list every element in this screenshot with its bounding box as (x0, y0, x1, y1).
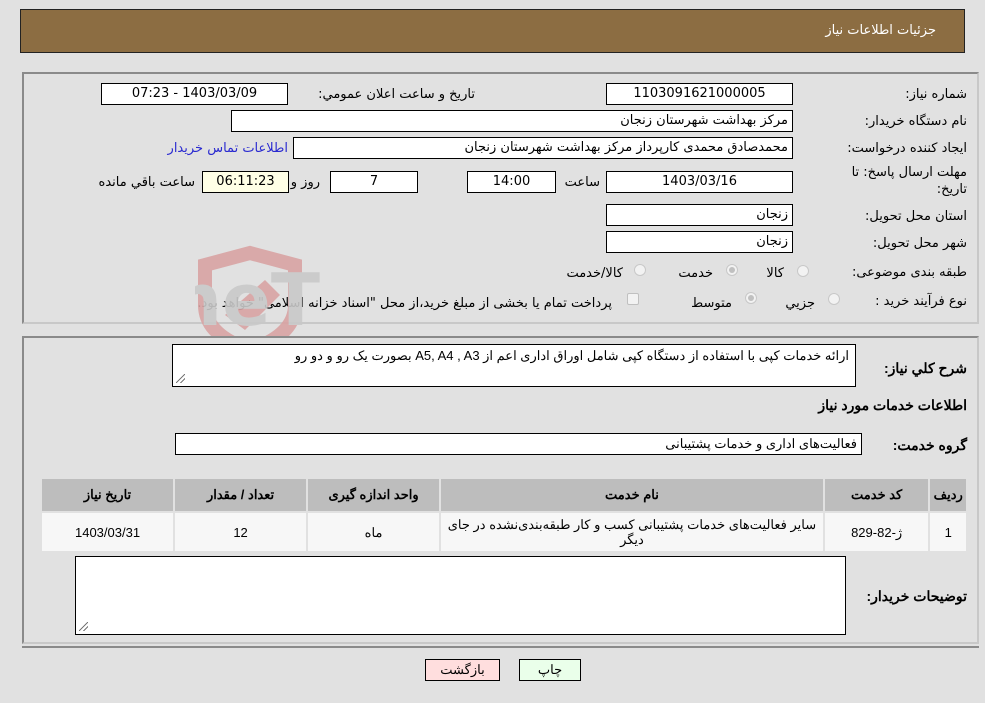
cell-need-date: 1403/03/31 (39, 511, 176, 553)
need-number-field[interactable]: 1103091621000005 (606, 83, 793, 105)
buyer-contact-link[interactable]: اطلاعات تماس خریدار (168, 141, 288, 156)
col-quantity: تعداد / مقدار (173, 477, 309, 513)
province-field[interactable]: زنجان (606, 204, 793, 226)
process-option-minor: جزيي (785, 296, 815, 311)
process-option-medium: متوسط (691, 296, 732, 311)
buyer-org-label: نام دستگاه خریدار: (864, 114, 967, 129)
treasury-checkbox[interactable] (627, 293, 639, 305)
page-header: جزئیات اطلاعات نیاز (20, 9, 965, 53)
deadline-date-field[interactable]: 1403/03/16 (606, 171, 793, 193)
buyer-notes-textarea[interactable] (75, 556, 846, 635)
print-button[interactable]: چاپ (519, 659, 581, 681)
announce-label: تاریخ و ساعت اعلان عمومي: (318, 87, 475, 102)
buyer-notes-label: توضیحات خریدار: (866, 588, 967, 604)
cell-unit: ماه (306, 511, 442, 553)
cell-service-code: ژ-82-829 (822, 511, 931, 553)
category-option-goods: کالا (766, 266, 784, 281)
col-row-number: ردیف (928, 477, 968, 513)
city-label: شهر محل تحویل: (872, 236, 967, 251)
category-radio-goods[interactable] (797, 265, 809, 277)
col-service-name: نام خدمت (439, 477, 825, 513)
resize-grip-icon[interactable] (79, 622, 88, 631)
footer-divider (22, 646, 979, 648)
province-label: استان محل تحویل: (865, 209, 967, 224)
back-button[interactable]: بازگشت (425, 659, 500, 681)
city-field[interactable]: زنجان (606, 231, 793, 253)
category-label: طبقه بندی موضوعی: (851, 265, 967, 280)
category-option-service: خدمت (678, 266, 713, 281)
deadline-time-field[interactable]: 14:00 (467, 171, 556, 193)
services-table: ردیف کد خدمت نام خدمت واحد اندازه گیری ت… (39, 477, 968, 553)
col-unit: واحد اندازه گیری (306, 477, 442, 513)
table-row: 1 ژ-82-829 سایر فعالیت‌های خدمات پشتیبان… (39, 511, 968, 553)
process-radio-minor[interactable] (828, 293, 840, 305)
buyer-org-field[interactable]: مرکز بهداشت شهرستان زنجان (231, 110, 793, 132)
col-service-code: کد خدمت (822, 477, 931, 513)
need-number-label: شماره نیاز: (905, 87, 967, 102)
page-title: جزئیات اطلاعات نیاز (825, 23, 936, 38)
remaining-time-field[interactable]: 06:11:23 (202, 171, 289, 193)
deadline-label-line1: مهلت ارسال پاسخ: تا (851, 165, 967, 180)
cell-row-number: 1 (928, 511, 968, 553)
cell-quantity: 12 (173, 511, 309, 553)
treasury-note: پرداخت تمام یا بخشی از مبلغ خرید،از محل … (197, 296, 612, 311)
category-radio-goods-service[interactable] (634, 264, 646, 276)
description-text: ارائه خدمات کپی با استفاده از دستگاه کپی… (294, 348, 849, 363)
process-radio-medium[interactable] (745, 292, 757, 304)
days-label: روز و (290, 175, 320, 190)
description-label: شرح کلي نیاز: (883, 360, 967, 376)
creator-label: ایجاد کننده درخواست: (847, 141, 967, 156)
table-header-row: ردیف کد خدمت نام خدمت واحد اندازه گیری ت… (39, 477, 968, 513)
services-section-title: اطلاعات خدمات مورد نیاز (818, 397, 967, 413)
days-remaining-field[interactable]: 7 (330, 171, 418, 193)
category-option-goods-service: کالا/خدمت (566, 266, 623, 281)
description-textarea[interactable]: ارائه خدمات کپی با استفاده از دستگاه کپی… (172, 344, 856, 387)
announce-datetime-field[interactable]: 1403/03/09 - 07:23 (101, 83, 288, 105)
process-type-label: نوع فرآیند خرید : (875, 294, 967, 309)
deadline-time-label: ساعت (564, 175, 600, 190)
resize-grip-icon[interactable] (176, 374, 185, 383)
service-group-field[interactable]: فعالیت‌های اداری و خدمات پشتیبانی (175, 433, 862, 455)
cell-service-name: سایر فعالیت‌های خدمات پشتیبانی کسب و کار… (439, 511, 825, 553)
service-group-label: گروه خدمت: (892, 437, 967, 453)
creator-field[interactable]: محمدصادق محمدی کارپرداز مرکز بهداشت شهرس… (293, 137, 793, 159)
deadline-label-line2: تاریخ: (936, 182, 967, 197)
remaining-time-label: ساعت باقي مانده (98, 175, 195, 190)
col-need-date: تاریخ نیاز (39, 477, 176, 513)
category-radio-service[interactable] (726, 264, 738, 276)
